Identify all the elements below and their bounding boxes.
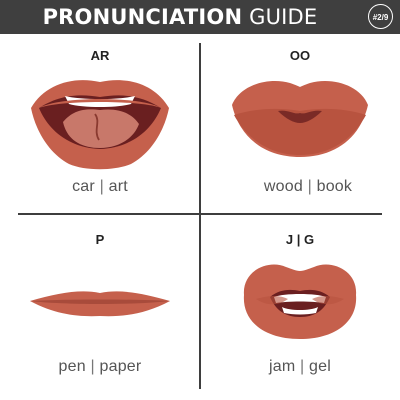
sound-label-oo: OO [289,48,311,63]
example-words-oo: wood | book [208,178,400,196]
horizontal-divider [18,213,382,215]
title-light-text: GUIDE [249,5,318,29]
sound-label-j-g: J | G [285,232,315,247]
example-word: gel [309,358,331,375]
example-words-ar: car | art [0,178,200,196]
example-words-p: pen | paper [0,358,200,376]
example-word: paper [99,358,142,375]
vertical-divider [199,43,201,389]
closed-lips-p-illustration [30,291,170,317]
rounded-lips-oo-illustration [232,81,368,157]
word-separator: | [99,178,104,195]
sound-label-p: P [95,232,105,247]
word-separator: | [300,358,305,375]
page-title: PRONUNCIATION GUIDE [0,0,360,34]
word-separator: | [90,358,95,375]
example-word: car [72,178,95,195]
example-word: art [108,178,128,195]
example-word: wood [263,178,303,195]
word-separator: | [307,178,312,195]
pursed-lips-j-g-illustration [243,264,357,339]
page-number-badge: #2/9 [368,4,393,29]
example-word: pen [58,358,86,375]
example-word: book [316,178,353,195]
example-words-j-g: jam | gel [200,358,400,376]
sound-label-ar: AR [90,48,110,63]
open-mouth-ar-illustration [31,80,169,170]
title-bold-text: PRONUNCIATION [42,5,243,29]
example-word: jam [268,358,296,375]
